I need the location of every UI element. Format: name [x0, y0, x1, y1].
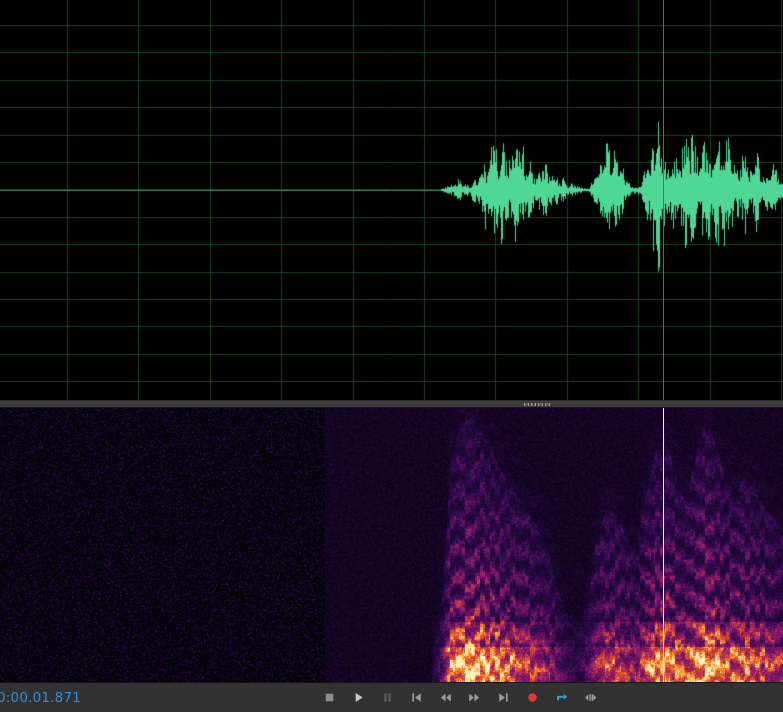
record-button[interactable] [521, 687, 543, 709]
record-icon [527, 693, 537, 702]
skip-start-icon [411, 693, 421, 702]
skip-end-icon [498, 693, 508, 702]
playhead-bottom[interactable] [663, 408, 664, 682]
skip-to-end-button[interactable] [492, 687, 514, 709]
fast-forward-icon [468, 693, 479, 702]
skip-selection-button[interactable] [579, 687, 601, 709]
rewind-icon [440, 693, 451, 702]
time-display[interactable]: 0:00.01.871 [0, 690, 81, 706]
spectrogram-panel[interactable] [0, 408, 783, 682]
pause-button[interactable] [376, 687, 398, 709]
playhead-top[interactable] [663, 0, 664, 400]
skip-to-start-button[interactable] [405, 687, 427, 709]
stop-icon [325, 693, 333, 702]
rewind-button[interactable] [434, 687, 456, 709]
divider-drag-handle[interactable] [524, 403, 551, 406]
play-button[interactable] [347, 687, 369, 709]
transport-controls [318, 683, 601, 712]
waveform-panel[interactable] [0, 0, 783, 400]
transport-toolbar: 0:00.01.871 [0, 682, 783, 712]
fast-forward-button[interactable] [463, 687, 485, 709]
panel-divider[interactable] [0, 400, 783, 408]
play-icon [355, 693, 363, 702]
loop-icon [556, 693, 567, 701]
stop-button[interactable] [318, 687, 340, 709]
audio-editor-window: 0:00.01.871 [0, 0, 783, 712]
pause-icon [383, 693, 391, 702]
loop-playback-button[interactable] [550, 687, 572, 709]
skip-selection-icon [584, 694, 596, 701]
waveform-canvas[interactable] [0, 0, 783, 400]
spectrogram-canvas[interactable] [0, 408, 783, 682]
